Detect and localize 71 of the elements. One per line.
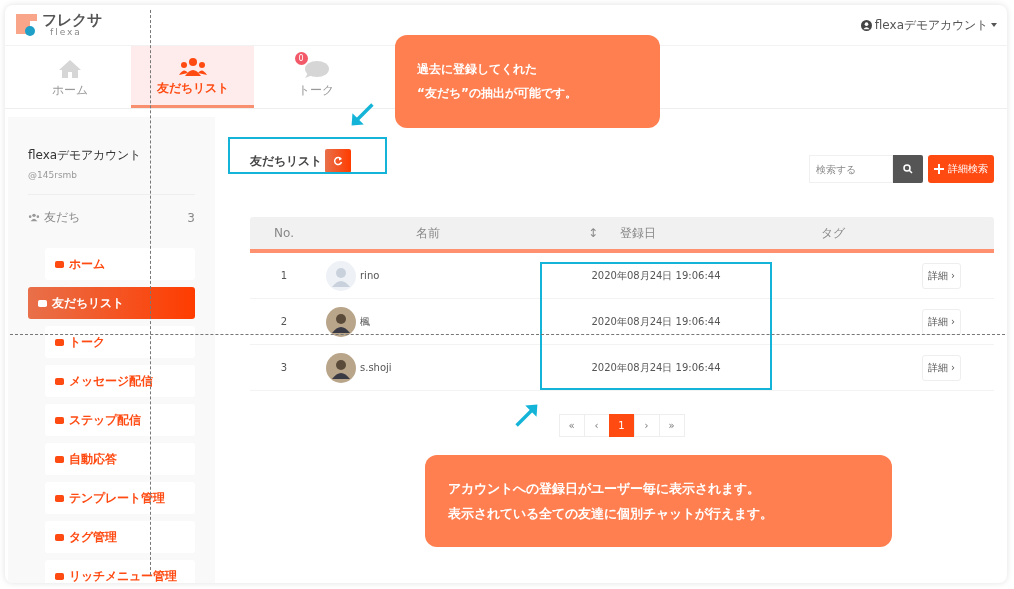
column-header[interactable]: ↕ <box>538 226 598 240</box>
arrow-icon <box>514 402 540 428</box>
page-button[interactable]: « <box>558 414 585 437</box>
callout-text: アカウントへの登録日がユーザー毎に表示されます。 <box>448 479 761 498</box>
caret-icon <box>991 23 997 27</box>
table-cell-text: 1 <box>279 270 289 281</box>
count-badge: 0 <box>294 51 308 65</box>
friend-name: s.shoji <box>360 362 392 373</box>
refresh-button[interactable] <box>325 149 351 173</box>
arrow-icon <box>349 102 375 128</box>
details-button[interactable]: 詳細 › <box>921 354 961 381</box>
people-icon <box>28 213 40 222</box>
page-button[interactable]: ‹ <box>583 414 610 437</box>
friend-name: rino <box>360 270 380 281</box>
sidebar-item[interactable]: ホーム <box>45 248 195 280</box>
square-icon <box>55 259 64 269</box>
square-icon <box>55 376 64 386</box>
details-button[interactable]: 詳細 › <box>921 308 961 335</box>
nav-tab[interactable]: 友だちリスト <box>131 46 254 108</box>
sidebar-item[interactable]: タグ管理 <box>45 521 195 553</box>
search-button[interactable] <box>893 155 923 183</box>
sidebar-item[interactable]: 友だちリスト <box>28 287 195 319</box>
sidebar-item[interactable]: トーク <box>45 326 195 358</box>
callout-text: 表示されている全ての友達に個別チャットが行えます。 <box>448 504 774 523</box>
sidebar-item[interactable]: メッセージ配信 <box>45 365 195 397</box>
square-icon <box>55 493 64 503</box>
square-icon <box>55 571 64 581</box>
account-id: @145rsmb <box>28 170 195 195</box>
table-cell-text: 2020年08月24日 19:06:44 <box>590 360 722 375</box>
page-button[interactable]: › <box>633 414 660 437</box>
column-header: 登録日 <box>619 224 657 242</box>
refresh-icon <box>333 156 343 166</box>
column-header: No. <box>273 226 295 240</box>
advanced-search-button[interactable]: 詳細検索 <box>928 155 994 183</box>
sidebar-item[interactable]: テンプレート管理 <box>45 482 195 514</box>
details-button[interactable]: 詳細 › <box>921 262 961 289</box>
account-name: flexaデモアカウント <box>28 147 143 164</box>
search-field[interactable]: 検索する <box>809 155 893 183</box>
table-cell-text: 3 <box>279 362 289 373</box>
friends-count: 3 <box>187 210 195 225</box>
people-icon <box>178 57 207 77</box>
column-header: タグ <box>820 224 846 242</box>
square-icon <box>55 337 64 347</box>
table-cell-text: 2020年08月24日 19:06:44 <box>590 268 722 283</box>
square-icon <box>38 298 47 308</box>
friends-label: 友だち <box>44 209 81 226</box>
search-icon <box>903 164 913 174</box>
avatar-icon <box>326 352 356 383</box>
plus-icon <box>934 164 944 174</box>
user-icon <box>860 19 872 31</box>
logo-subtext: flexa <box>49 28 83 37</box>
logo-text: フレクサ <box>42 13 102 28</box>
callout-text: 過去に登録してくれた <box>417 61 538 78</box>
callout-text: “友だち”の抽出が可能です。 <box>417 85 578 102</box>
avatar-icon <box>326 260 356 291</box>
friend-name: 楓 <box>360 314 370 329</box>
sidebar-item[interactable]: リッチメニュー管理 <box>45 560 195 583</box>
account-menu[interactable]: flexaデモアカウント <box>860 16 997 34</box>
logo-icon <box>15 13 39 37</box>
table-cell-text: 2020年08月24日 19:06:44 <box>590 314 722 329</box>
page-button[interactable]: » <box>658 414 685 437</box>
avatar-icon <box>326 306 356 337</box>
square-icon <box>55 415 64 425</box>
page-button[interactable]: 1 <box>608 414 635 437</box>
sidebar-item[interactable]: ステップ配信 <box>45 404 195 436</box>
square-icon <box>55 454 64 464</box>
sidebar-item[interactable]: 自動応答 <box>45 443 195 475</box>
page-title: 友だちリスト <box>250 152 322 170</box>
square-icon <box>55 532 64 542</box>
column-header: 名前 <box>415 224 441 242</box>
table-cell-text: 2 <box>279 316 289 327</box>
